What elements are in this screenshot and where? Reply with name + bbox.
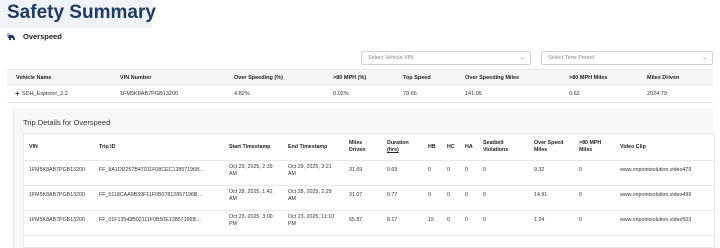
- speeding-car-icon: [7, 33, 16, 41]
- col-over-speeding-pct: Over Speeding (%): [234, 75, 283, 81]
- trip-start: Oct 23, 2025, 3:00 PM: [229, 214, 273, 227]
- trip-miles-driven: 65.87: [349, 217, 363, 223]
- over80-miles: 0.62: [569, 91, 580, 97]
- chevron-down-icon: ⌄: [701, 55, 707, 61]
- trip-over-speed-miles: 9.32: [534, 167, 545, 173]
- trip-ha: 0: [465, 217, 468, 223]
- trip-seatbelt: 0: [483, 217, 486, 223]
- trip-ha: 0: [465, 167, 468, 173]
- trip-over80-miles: 0: [579, 217, 582, 223]
- trip-start: Oct 29, 2025, 2:39 AM: [229, 164, 273, 177]
- col-start-timestamp: Start Timestamp: [229, 144, 271, 150]
- vehicle-vin-placeholder: Select Vehicle VIN: [368, 55, 414, 61]
- expand-row-button[interactable]: +: [15, 89, 20, 98]
- col-over80-miles: >80 MPH Miles: [569, 75, 608, 81]
- trip-seatbelt: 0: [483, 167, 486, 173]
- col-hb: HB: [428, 144, 436, 150]
- table-row[interactable]: 1FM5K8AB7PGB13200 FF_5118CAA9B39F11F0B07…: [24, 186, 714, 211]
- trip-vin: 1FM5K8AB7PGB13200: [29, 217, 85, 223]
- trip-hb: 0: [428, 167, 431, 173]
- trip-duration: 8.17: [387, 217, 398, 223]
- trip-over80-miles: 0: [579, 192, 582, 198]
- col-video-clip: Video Clip: [620, 144, 646, 150]
- trip-over-speed-miles: 14.91: [534, 192, 548, 198]
- trip-details-panel: Trip Details for Overspeed VIN Trip ID S…: [13, 108, 715, 248]
- trip-end: Oct 23, 2025, 11:10 PM: [288, 214, 335, 227]
- time-period-select[interactable]: Select Time Period ⌄: [541, 51, 713, 65]
- trip-details-table: VIN Trip ID Start Timestamp End Timestam…: [23, 133, 715, 248]
- col-vehicle-name: Vehicle Name: [16, 75, 52, 81]
- video-clip-link[interactable]: www.onpointsolution.video479: [620, 167, 691, 174]
- trip-hc: 0: [447, 167, 450, 173]
- time-period-placeholder: Select Time Period: [548, 55, 595, 61]
- over-speeding-miles: 141.05: [465, 91, 482, 97]
- table-row[interactable]: 1FM5K8AB7PGB13200 FF_01F13549B02111F0B50…: [24, 211, 714, 236]
- trip-header-row: VIN Trip ID Start Timestamp End Timestam…: [24, 134, 714, 161]
- trip-id: FF_8A1DD257B47011F08CEC12857196B…: [99, 167, 205, 173]
- trip-hc: 0: [447, 217, 450, 223]
- col-trip-id: Trip ID: [99, 144, 116, 150]
- section-header: Overspeed: [7, 32, 62, 41]
- col-ha: HA: [465, 144, 473, 150]
- col-miles-driven: Miles Driven: [647, 75, 680, 81]
- trip-duration: 0.77: [387, 192, 398, 198]
- chevron-down-icon: ⌄: [519, 55, 525, 61]
- col-top-speed: Top Speed: [403, 75, 431, 81]
- col-vin: VIN: [29, 144, 38, 150]
- trip-end: Oct 29, 2025, 3:21 AM: [288, 164, 332, 177]
- video-clip-link[interactable]: www.onpointsolution.video499: [620, 192, 691, 199]
- col-over-speeding-miles: Over Speeding Miles: [465, 75, 520, 81]
- section-label: Overspeed: [23, 32, 62, 41]
- trip-hb: 15: [428, 217, 434, 223]
- table-row[interactable]: 1FM5K8AB7PGB13200 FF_8A1DD257B47011F08CE…: [24, 161, 714, 186]
- col-hc: HC: [447, 144, 455, 150]
- video-clip-link[interactable]: www.onpointsolution.video503: [620, 217, 691, 224]
- miles-driven: 2924.79: [647, 91, 667, 97]
- trip-ha: 0: [465, 192, 468, 198]
- table-row[interactable]: + SDH_Explorer_2.2 1FM5K8AB7PGB13200 4.8…: [7, 85, 713, 103]
- page-title: Safety Summary: [7, 2, 156, 23]
- trip-seatbelt: 0: [483, 192, 486, 198]
- trip-over80-miles: 0: [579, 167, 582, 173]
- over80-pct: 0.02%: [333, 91, 349, 97]
- col-over80-pct: >80 MPH (%): [333, 75, 367, 81]
- trip-miles-driven: 31.07: [349, 192, 363, 198]
- vehicle-vin-select[interactable]: Select Vehicle VIN ⌄: [361, 51, 531, 65]
- col-seatbelt-violations: Seatbelt Violations: [483, 140, 509, 153]
- col-end-timestamp: End Timestamp: [288, 144, 328, 150]
- trip-details-title: Trip Details for Overspeed: [23, 118, 111, 127]
- col-miles-driven: Miles Driven: [349, 140, 366, 153]
- col-over80-miles: >80 MPH Miles: [579, 140, 602, 153]
- trip-vin: 1FM5K8AB7PGB13200: [29, 192, 85, 198]
- trip-id: FF_5118CAA9B39F11F0B07812857196B…: [99, 192, 203, 198]
- trip-miles-driven: 31.69: [349, 167, 363, 173]
- trip-start: Oct 28, 2025, 1:42 AM: [229, 189, 273, 202]
- col-vin-number: VIN Number: [120, 75, 152, 81]
- trip-end: Oct 28, 2025, 2:29 AM: [288, 189, 332, 202]
- trip-over-speed-miles: 1.24: [534, 217, 545, 223]
- summary-header-row: Vehicle Name VIN Number Over Speeding (%…: [7, 69, 713, 85]
- col-duration: Duration (hrs): [387, 140, 409, 153]
- trip-id: FF_01F13549B02111F0B50E12857196B…: [99, 217, 202, 223]
- vehicle-name: SDH_Explorer_2.2: [22, 91, 68, 97]
- over-speeding-pct: 4.82%: [234, 91, 250, 97]
- col-over-speed-miles: Over Speed Miles: [534, 140, 564, 153]
- top-speed: 79.66: [403, 91, 417, 97]
- trip-vin: 1FM5K8AB7PGB13200: [29, 167, 85, 173]
- trip-hc: 0: [447, 192, 450, 198]
- vin-number: 1FM5K8AB7PGB13200: [120, 91, 179, 97]
- trip-hb: 0: [428, 192, 431, 198]
- summary-table: Vehicle Name VIN Number Over Speeding (%…: [7, 69, 713, 103]
- page-title-banner: Safety Summary: [0, 0, 156, 28]
- trip-duration: 0.69: [387, 167, 398, 173]
